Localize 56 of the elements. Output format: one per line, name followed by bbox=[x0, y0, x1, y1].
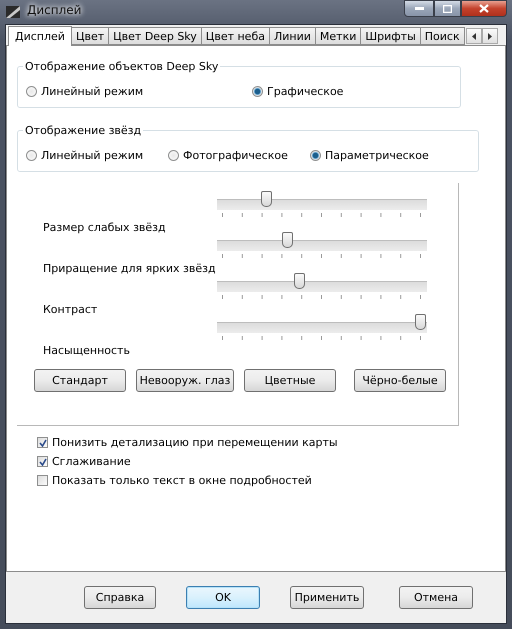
slider-thumb[interactable] bbox=[415, 314, 426, 330]
tab[interactable]: Цвет Deep Sky bbox=[108, 27, 202, 45]
dialog-button[interactable]: Справка bbox=[84, 586, 156, 609]
checkbox[interactable] bbox=[37, 456, 48, 467]
radio-label: Линейный режим bbox=[41, 85, 144, 98]
tab[interactable]: Цвет неба bbox=[200, 27, 270, 45]
radio-button[interactable] bbox=[168, 150, 179, 161]
tab[interactable]: Дисплей bbox=[8, 26, 72, 46]
radio-label: Графическое bbox=[267, 85, 344, 98]
radio-label: Линейный режим bbox=[41, 149, 144, 162]
scroll-left-button[interactable] bbox=[466, 28, 482, 44]
radio-button[interactable] bbox=[252, 86, 263, 97]
dialog-button[interactable]: Отмена bbox=[399, 586, 473, 609]
right-arrow-icon bbox=[488, 32, 492, 40]
radio-button[interactable] bbox=[310, 150, 321, 161]
maximize-icon bbox=[443, 4, 452, 12]
slider-thumb[interactable] bbox=[294, 273, 306, 289]
minimize-button[interactable] bbox=[404, 0, 434, 17]
checkbox[interactable] bbox=[37, 437, 48, 448]
scroll-right-button[interactable] bbox=[482, 28, 498, 44]
preset-button[interactable]: Невооруж. глаз bbox=[136, 369, 234, 392]
window-title: Дисплей bbox=[27, 3, 82, 17]
tab[interactable]: Метки bbox=[314, 27, 362, 45]
checkbox-label: Понизить детализацию при перемещении карты bbox=[52, 436, 338, 449]
dialog-button[interactable]: Применить bbox=[290, 586, 364, 609]
close-icon bbox=[479, 4, 489, 13]
slider-label: Насыщенность bbox=[42, 343, 131, 358]
check-icon bbox=[38, 458, 46, 466]
slider-thumb[interactable] bbox=[260, 191, 272, 207]
slider-label: Контраст bbox=[42, 302, 98, 317]
checkbox-label: Сглаживание bbox=[52, 455, 131, 468]
tab[interactable]: Поиск bbox=[420, 27, 465, 45]
radio-button[interactable] bbox=[26, 86, 37, 97]
maximize-button[interactable] bbox=[434, 0, 461, 17]
left-arrow-icon bbox=[472, 32, 476, 40]
radio-label: Фотографическое bbox=[183, 149, 288, 162]
group-title: Отображение звёзд bbox=[24, 124, 142, 137]
app-icon bbox=[5, 4, 21, 20]
preset-button[interactable]: Цветные bbox=[244, 369, 336, 392]
radio-button[interactable] bbox=[26, 150, 37, 161]
group-title: Отображение объектов Deep Sky bbox=[24, 60, 220, 73]
slider-label: Приращение для ярких звёзд bbox=[42, 261, 217, 276]
tab[interactable]: Линии bbox=[268, 27, 316, 45]
check-icon bbox=[38, 438, 46, 446]
checkbox-label: Показать только текст в окне подробностей bbox=[52, 474, 312, 487]
dialog-button[interactable]: OK bbox=[186, 586, 260, 609]
checkbox[interactable] bbox=[37, 475, 48, 486]
slider-label: Размер слабых звёзд bbox=[42, 220, 167, 235]
minimize-icon bbox=[414, 7, 424, 10]
preset-button[interactable]: Чёрно-белые bbox=[354, 369, 446, 392]
close-button[interactable] bbox=[461, 0, 507, 17]
preset-button[interactable]: Стандарт bbox=[34, 369, 126, 392]
tab[interactable]: Шрифты bbox=[360, 27, 421, 45]
tab[interactable]: Цвет bbox=[70, 27, 110, 45]
radio-label: Параметрическое bbox=[325, 149, 429, 162]
slider-thumb[interactable] bbox=[282, 232, 294, 248]
